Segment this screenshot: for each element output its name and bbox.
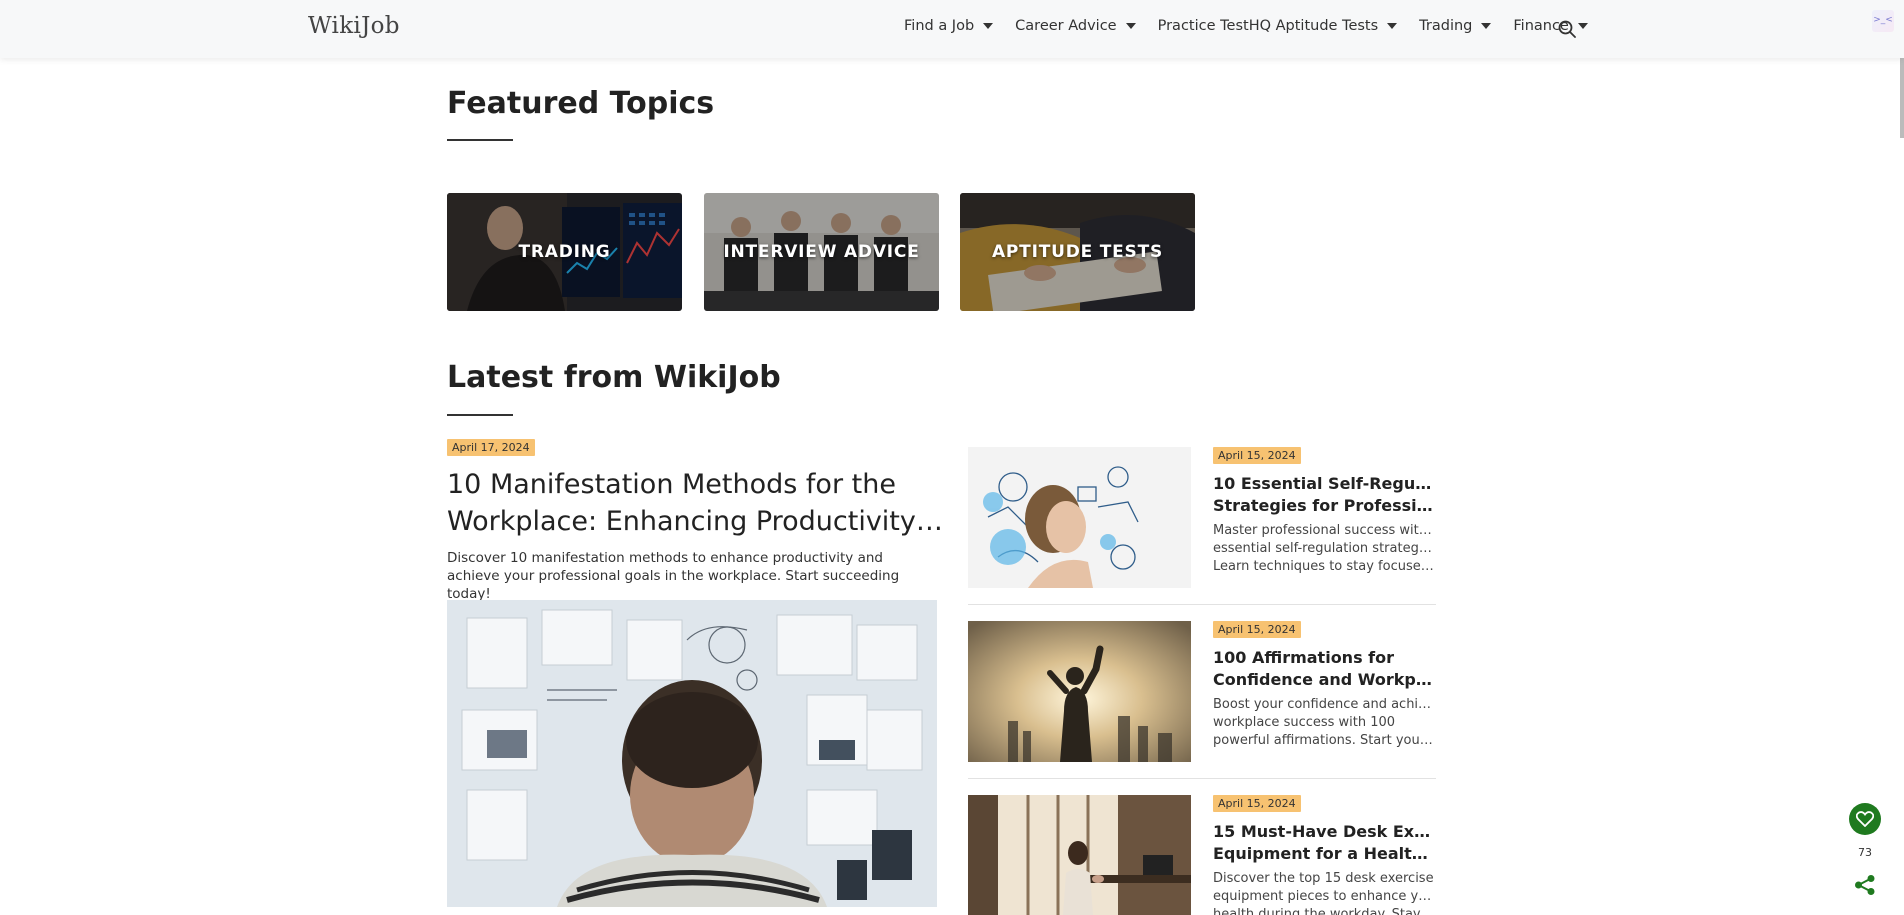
heading-underline	[447, 139, 513, 141]
share-button[interactable]	[1851, 871, 1879, 899]
nav-find-a-job[interactable]: Find a Job	[904, 18, 994, 34]
topic-label: INTERVIEW ADVICE	[723, 242, 920, 262]
list-item: April 15, 2024 15 Must-Have Desk Exercis…	[968, 795, 1436, 915]
nav-label: Practice TestHQ Aptitude Tests	[1157, 18, 1379, 34]
nav-label: Find a Job	[904, 18, 975, 34]
divider	[968, 604, 1436, 605]
heart-icon	[1856, 811, 1874, 827]
divider	[968, 778, 1436, 779]
latest-heading: Latest from WikiJob	[447, 360, 781, 395]
nav-trading[interactable]: Trading	[1419, 18, 1492, 34]
list-item: April 15, 2024 10 Essential Self-Regulat…	[968, 447, 1436, 607]
date-badge: April 15, 2024	[1213, 795, 1301, 812]
article-title[interactable]: 10 Essential Self-Regulation Strategies …	[1213, 473, 1435, 517]
date-badge: April 15, 2024	[1213, 621, 1301, 638]
caret-down-icon	[1387, 23, 1398, 29]
topic-card-trading[interactable]: TRADING	[447, 193, 682, 311]
article-excerpt: Discover the top 15 desk exercise equipm…	[1213, 871, 1435, 915]
date-badge: April 15, 2024	[1213, 447, 1301, 464]
nav-label: Career Advice	[1015, 18, 1117, 34]
share-icon	[1855, 875, 1875, 895]
featured-topics-heading: Featured Topics	[447, 86, 715, 121]
like-count: 73	[1858, 846, 1872, 859]
nav-career-advice[interactable]: Career Advice	[1015, 18, 1136, 34]
article-thumbnail[interactable]	[968, 621, 1191, 762]
article-excerpt: Boost your confidence and achieve workpl…	[1213, 697, 1435, 748]
like-button[interactable]	[1849, 803, 1881, 835]
caret-down-icon	[1577, 23, 1588, 29]
featured-article-title[interactable]: 10 Manifestation Methods for the Workpla…	[447, 466, 947, 540]
nav-finance[interactable]: Finance	[1513, 18, 1588, 34]
caret-down-icon	[1125, 23, 1136, 29]
topic-label: TRADING	[518, 242, 611, 262]
search-icon[interactable]	[1558, 20, 1576, 38]
article-excerpt: Master professional success with 10 esse…	[1213, 523, 1435, 574]
site-logo[interactable]: WikiJob	[308, 13, 400, 39]
nav-practice-tests[interactable]: Practice TestHQ Aptitude Tests	[1158, 18, 1398, 34]
article-title[interactable]: 100 Affirmations for Confidence and Work…	[1213, 647, 1435, 691]
article-thumbnail[interactable]	[968, 447, 1191, 588]
heading-underline	[447, 414, 513, 416]
scrollbar[interactable]	[1900, 58, 1904, 138]
site-header: WikiJob Find a Job Career Advice Practic…	[0, 0, 1904, 58]
article-thumbnail[interactable]	[968, 795, 1191, 915]
list-item: April 15, 2024 100 Affirmations for Conf…	[968, 621, 1436, 781]
nav-label: Trading	[1419, 18, 1473, 34]
topic-card-aptitude-tests[interactable]: APTITUDE TESTS	[960, 193, 1195, 311]
article-title[interactable]: 15 Must-Have Desk Exercise Equipment for…	[1213, 821, 1435, 865]
extension-icon[interactable]: >_<	[1872, 10, 1894, 32]
featured-article-image[interactable]	[447, 600, 937, 907]
date-badge: April 17, 2024	[447, 439, 535, 456]
caret-down-icon	[1481, 23, 1492, 29]
featured-article-excerpt: Discover 10 manifestation methods to enh…	[447, 550, 900, 602]
caret-down-icon	[983, 23, 994, 29]
main-nav: Find a Job Career Advice Practice TestHQ…	[904, 18, 1610, 34]
topic-label: APTITUDE TESTS	[991, 242, 1164, 262]
topic-card-interview-advice[interactable]: INTERVIEW ADVICE	[704, 193, 939, 311]
